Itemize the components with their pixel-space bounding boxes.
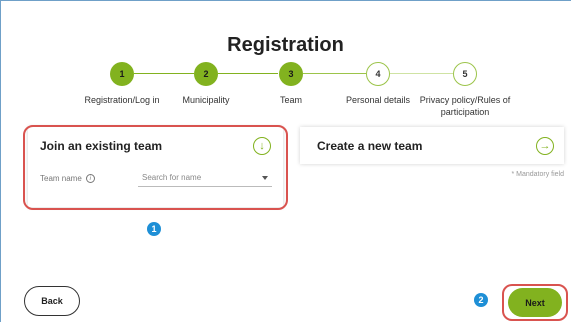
progress-stepper: 1 Registration/Log in 2 Municipality 3 T… (0, 60, 571, 120)
highlight-box-next (502, 284, 568, 321)
step-number: 2 (194, 62, 218, 86)
step-label: Privacy policy/Rules of participation (419, 95, 511, 117)
page-frame: Registration 1 Registration/Log in 2 Mun… (0, 0, 571, 322)
step-number: 5 (453, 62, 477, 86)
annotation-badge-2: 2 (474, 293, 488, 307)
back-button[interactable]: Back (24, 286, 80, 316)
step-privacy-policy: 5 Privacy policy/Rules of participation (405, 60, 525, 118)
annotation-badge-1: 1 (147, 222, 161, 236)
create-team-title: Create a new team (317, 139, 423, 153)
page-title: Registration (227, 34, 344, 56)
step-number: 4 (366, 62, 390, 86)
step-number: 3 (279, 62, 303, 86)
top-border (0, 0, 571, 1)
mandatory-field-note: * Mandatory field (511, 171, 564, 178)
step-number: 1 (110, 62, 134, 86)
create-team-card[interactable]: Create a new team → (300, 127, 564, 164)
arrow-right-circle-icon[interactable]: → (536, 137, 554, 155)
highlight-box-join-team (23, 125, 288, 210)
